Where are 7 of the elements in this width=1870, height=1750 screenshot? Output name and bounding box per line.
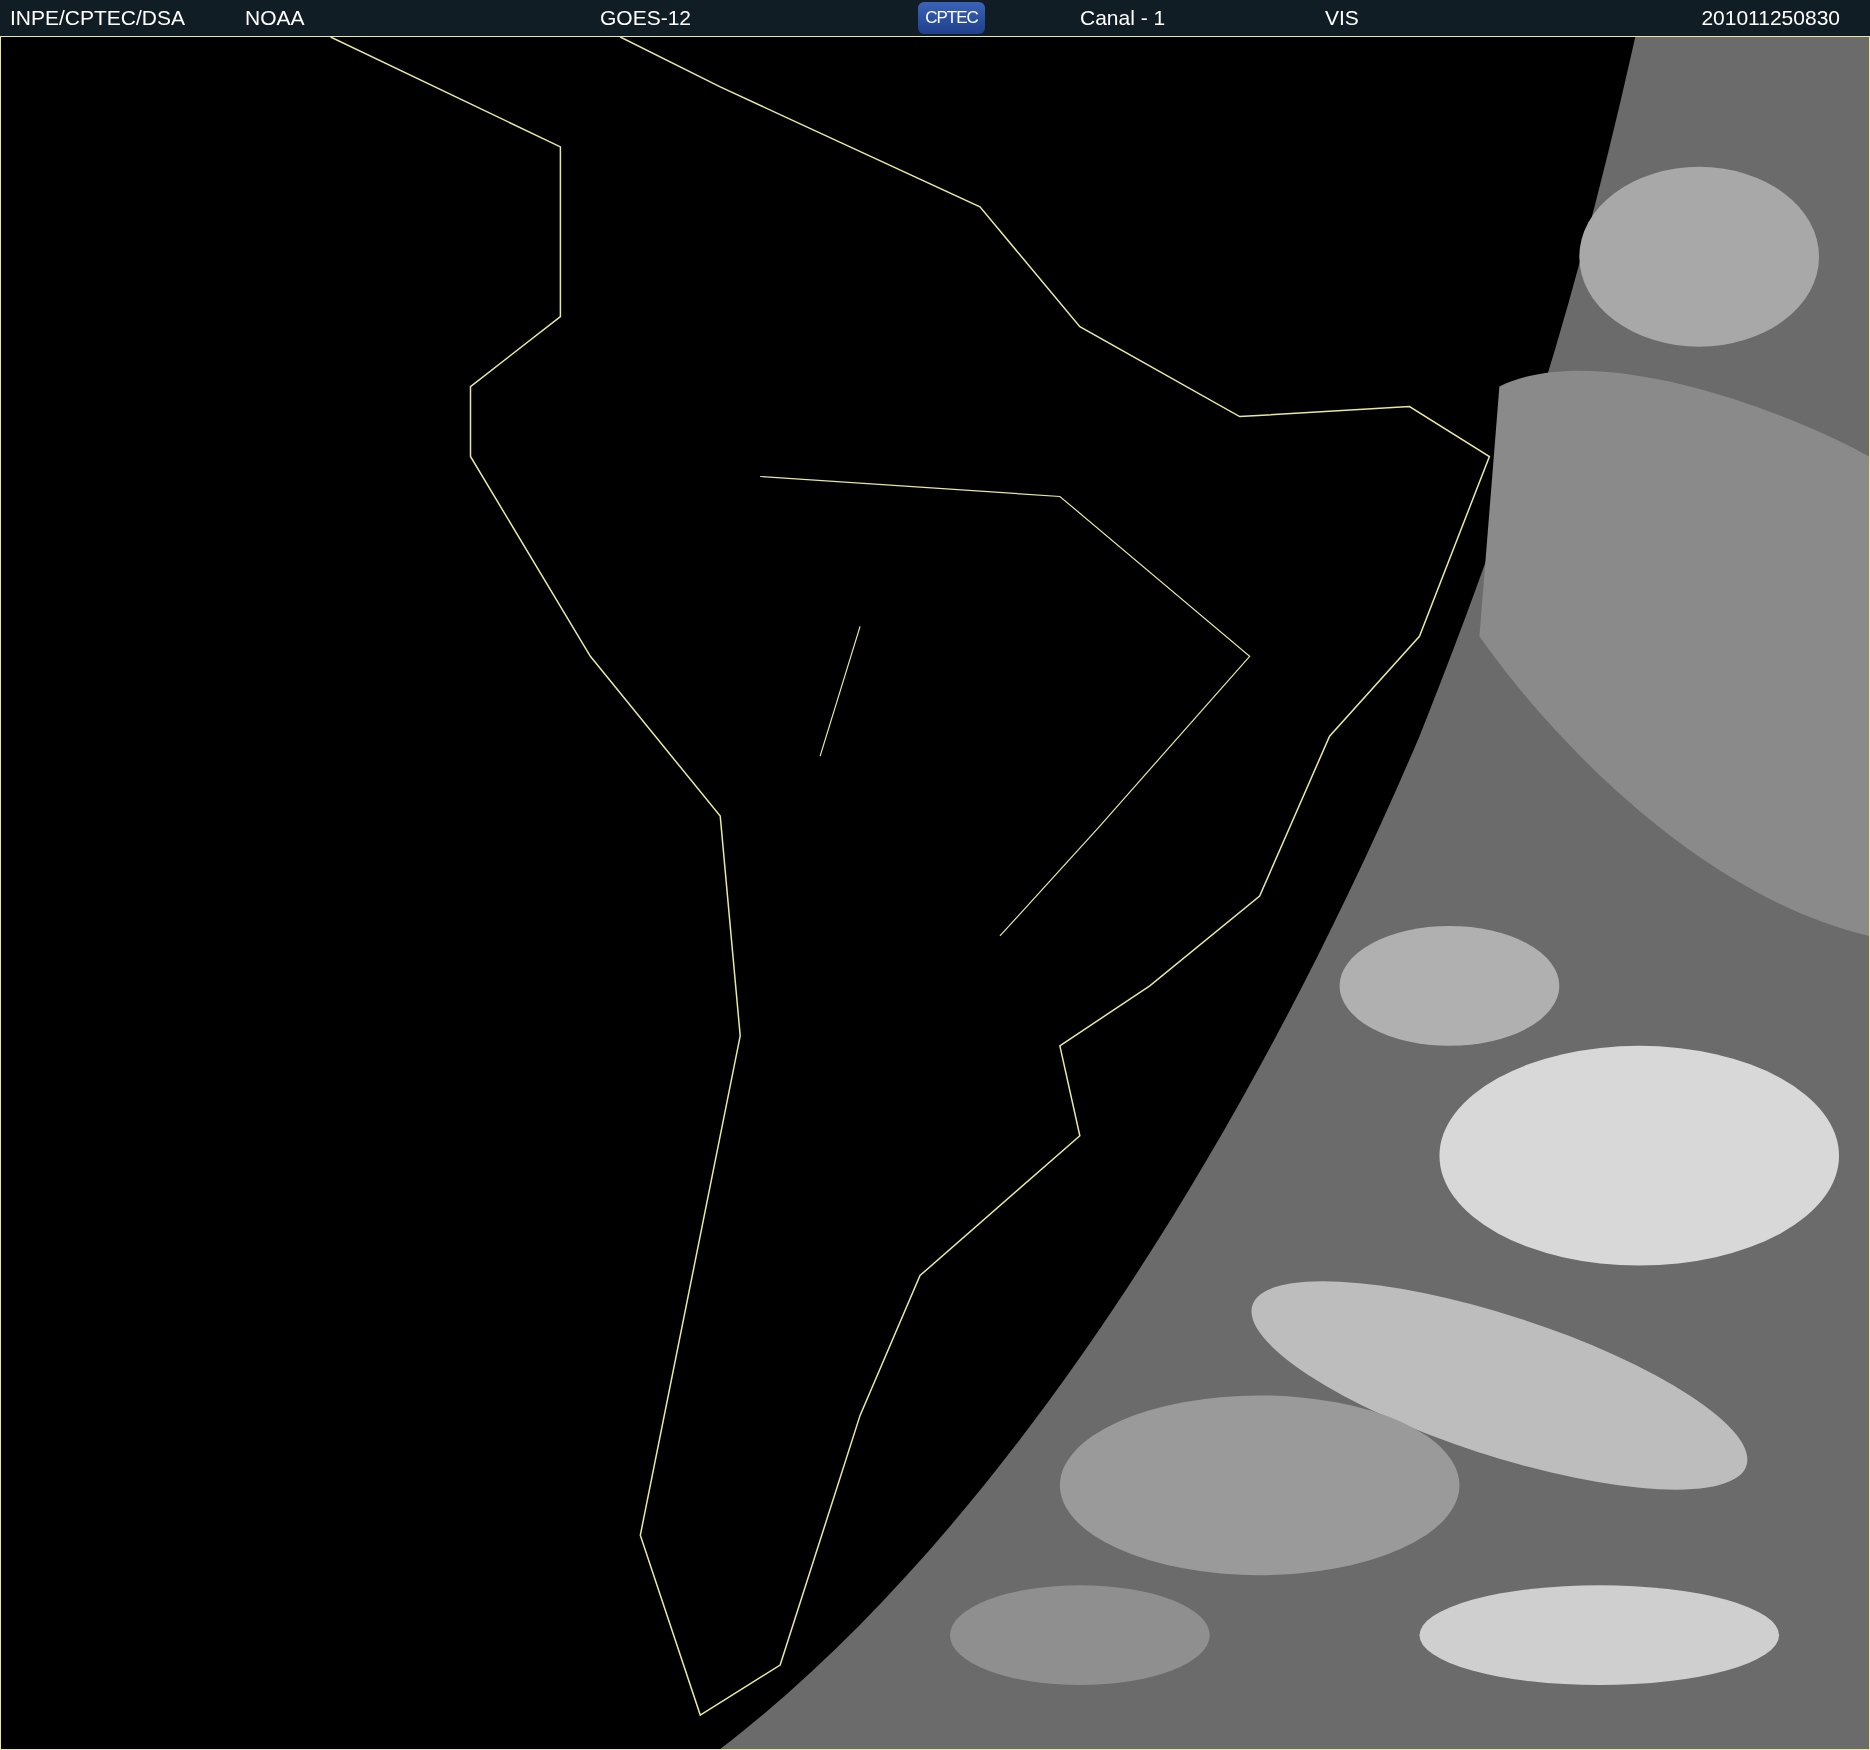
brand-logo: CPTEC <box>918 2 985 34</box>
header-label: NOAA <box>245 6 306 30</box>
header-label: VIS <box>1325 6 1360 30</box>
header-label: INPE/CPTEC/DSA <box>10 6 187 30</box>
header-label: Canal - 1 <box>1079 6 1167 30</box>
header-label: 201011250830 <box>1701 6 1841 30</box>
header-label: GOES-12 <box>600 6 693 30</box>
